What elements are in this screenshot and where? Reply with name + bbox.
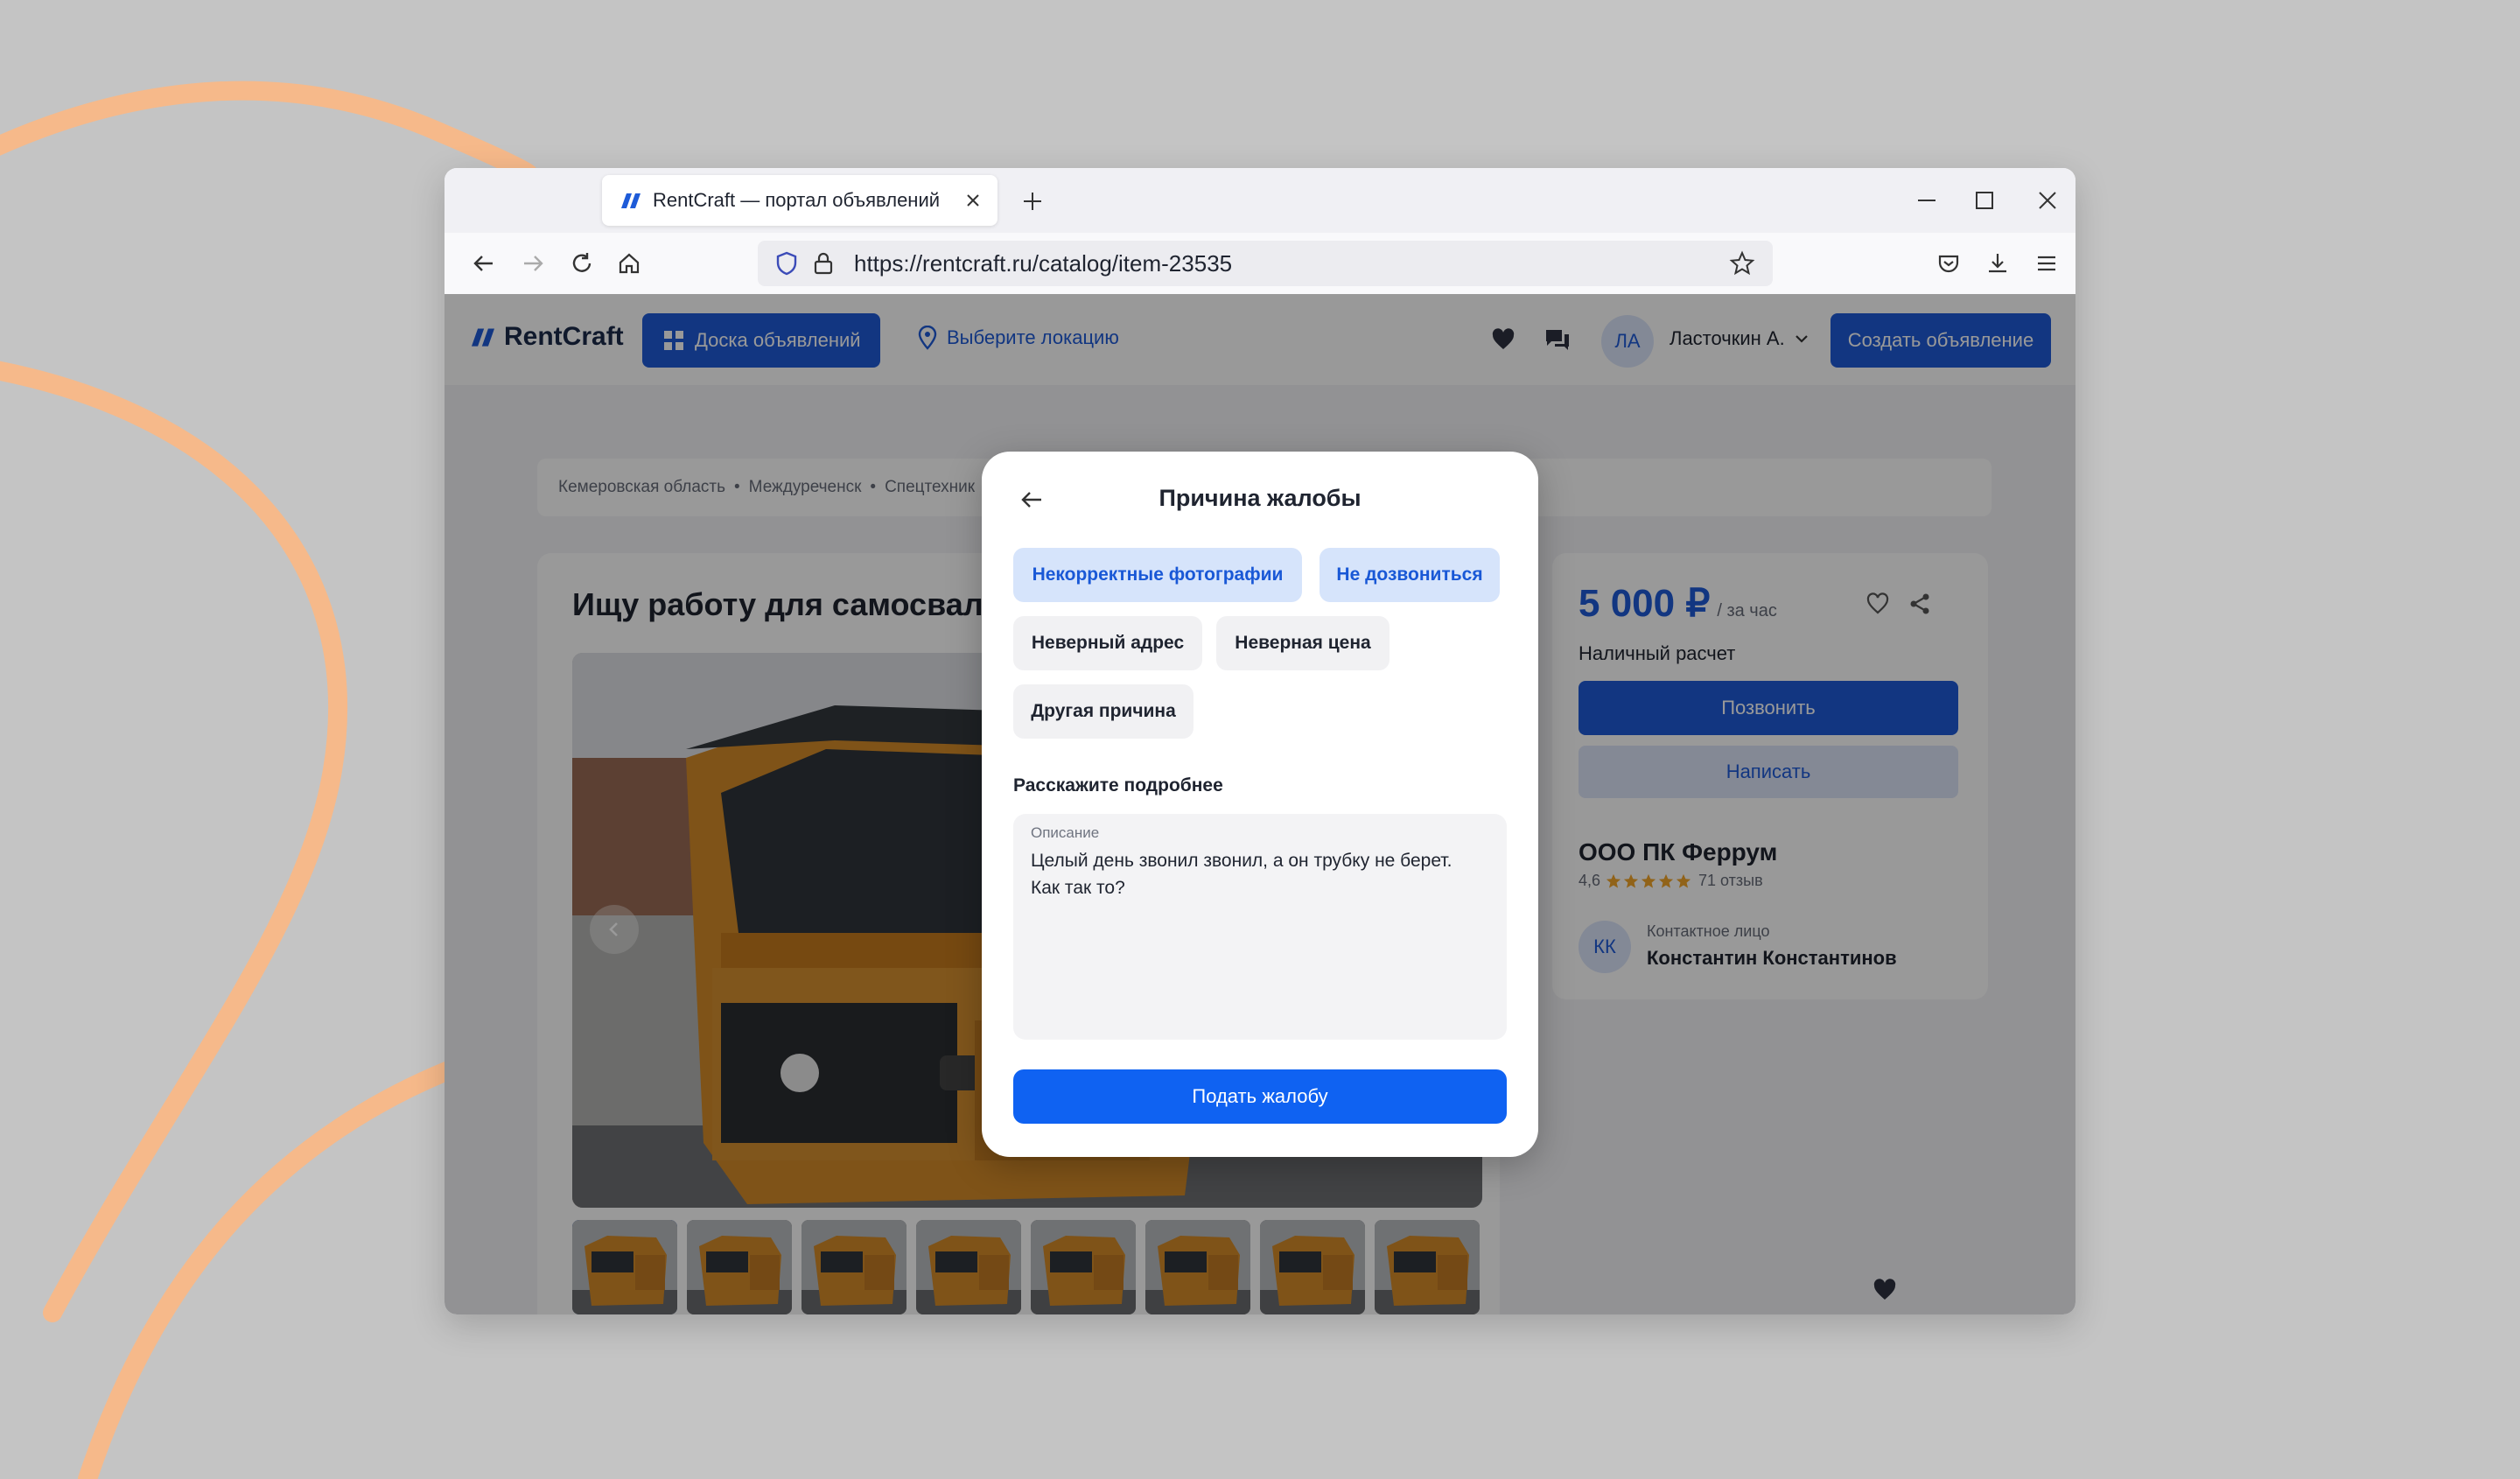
url-text[interactable]: https://rentcraft.ru/catalog/item-23535	[854, 250, 1724, 277]
window-close-icon[interactable]	[2021, 179, 2074, 222]
back-icon[interactable]	[464, 243, 504, 284]
description-field[interactable]: Описание Целый день звонил звонил, а он …	[1013, 814, 1507, 1040]
browser-window: RentCraft — портал объявлений https://re…	[444, 168, 2076, 1314]
complaint-modal: Причина жалобы Некорректные фотографии Н…	[982, 452, 1538, 1157]
download-icon[interactable]	[1978, 243, 2018, 284]
tab-bar: RentCraft — портал объявлений	[444, 168, 2076, 233]
reason-chip-other[interactable]: Другая причина	[1013, 684, 1194, 739]
new-tab-icon[interactable]	[1013, 182, 1052, 221]
maximize-icon[interactable]	[1958, 179, 2011, 222]
reason-chip-incorrect-photos[interactable]: Некорректные фотографии	[1013, 548, 1302, 602]
reason-chip-wrong-address[interactable]: Неверный адрес	[1013, 616, 1202, 670]
details-heading: Расскажите подробнее	[1013, 775, 1223, 796]
page-content: RentCraft Доска объявлений Выберите лока…	[444, 294, 2076, 1314]
pocket-icon[interactable]	[1928, 243, 1969, 284]
lock-icon[interactable]	[805, 245, 842, 282]
minimize-icon[interactable]	[1900, 179, 1953, 222]
tab-close-icon[interactable]	[956, 183, 990, 218]
description-label: Описание	[1031, 824, 1100, 841]
menu-icon[interactable]	[2026, 243, 2067, 284]
home-icon[interactable]	[609, 243, 649, 284]
description-input[interactable]: Целый день звонил звонил, а он трубку не…	[1031, 847, 1486, 901]
address-bar[interactable]: https://rentcraft.ru/catalog/item-23535	[758, 241, 1773, 286]
shield-icon[interactable]	[768, 245, 805, 282]
reload-icon[interactable]	[562, 243, 602, 284]
modal-title: Причина жалобы	[1158, 485, 1362, 511]
reason-chip-wrong-price[interactable]: Неверная цена	[1216, 616, 1390, 670]
bookmark-star-icon[interactable]	[1724, 245, 1760, 282]
rentcraft-logo-icon	[621, 193, 640, 208]
browser-tab[interactable]: RentCraft — портал объявлений	[602, 175, 998, 226]
forward-icon[interactable]	[513, 243, 553, 284]
navigation-bar: https://rentcraft.ru/catalog/item-23535	[444, 233, 2076, 295]
submit-complaint-button[interactable]: Подать жалобу	[1013, 1069, 1507, 1124]
reason-chip-cannot-reach[interactable]: Не дозвониться	[1320, 548, 1500, 602]
tab-title: RentCraft — портал объявлений	[653, 189, 941, 211]
